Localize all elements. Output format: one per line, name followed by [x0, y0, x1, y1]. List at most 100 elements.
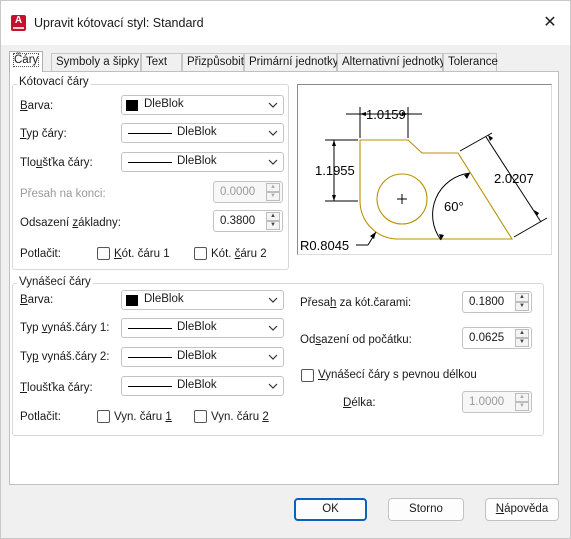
- fixed-length-checkbox[interactable]: [301, 369, 314, 382]
- suppress-ext-line-2-label: Vyn. čáru 2: [211, 411, 269, 423]
- ext-color-value: DleBlok: [144, 293, 184, 305]
- extend-beyond-label: Přesah za kót.čarami:: [300, 297, 412, 309]
- length-label: Délka:: [343, 397, 376, 409]
- dimension-preview: 1.0159 1.1955 2.0207 60° R0.8045: [297, 84, 552, 255]
- chevron-down-icon: [268, 383, 278, 389]
- spin-down-icon[interactable]: ▼: [266, 192, 280, 201]
- dim-linetype-value: DleBlok: [177, 126, 217, 138]
- offset-origin-spinner[interactable]: 0.0625 ▲ ▼: [462, 327, 532, 349]
- chevron-down-icon: [268, 102, 278, 108]
- spin-up-icon[interactable]: ▲: [266, 212, 280, 221]
- tab-text[interactable]: Text: [141, 53, 182, 71]
- arrowhead: [332, 140, 336, 146]
- spin-down-icon[interactable]: ▼: [515, 402, 529, 411]
- ext-linetype2-combo[interactable]: DleBlok: [121, 347, 284, 367]
- tab-lines-label: Čáry: [12, 53, 40, 67]
- dim-color-label: Barva:: [20, 100, 54, 112]
- ext-color-label: Barva:: [20, 294, 54, 306]
- tab-primary-units[interactable]: Primární jednotky: [244, 53, 338, 71]
- dim-baseline-label: Odsazení základny:: [20, 217, 122, 229]
- radius-text: R0.8045: [300, 238, 349, 253]
- dim-lineweight-combo[interactable]: DleBlok: [121, 152, 284, 172]
- ext-lineweight-value: DleBlok: [177, 379, 217, 391]
- suppress-dim-line-1-label: Kót. čáru 1: [114, 248, 170, 260]
- ext-linetype1-combo[interactable]: DleBlok: [121, 318, 284, 338]
- extend-beyond-value: 0.1800: [469, 296, 505, 308]
- suppress-dim-line-2-label: Kót. čáru 2: [211, 248, 267, 260]
- ext-lines-group-title: Vynášecí čáry: [17, 276, 93, 288]
- cancel-button[interactable]: Storno: [388, 498, 464, 521]
- dim-lines-group-title: Kótovací čáry: [17, 76, 91, 88]
- suppress-ext-line-1-label: Vyn. čáru 1: [114, 411, 172, 423]
- dim-left-text: 1.1955: [315, 163, 355, 178]
- dim-extend-value: 0.0000: [220, 186, 256, 198]
- dim-linetype-combo[interactable]: DleBlok: [121, 123, 284, 143]
- spin-up-icon[interactable]: ▲: [515, 329, 529, 338]
- extend-beyond-spinner[interactable]: 0.1800 ▲ ▼: [462, 291, 532, 313]
- tab-alternate-units[interactable]: Alternativní jednotky: [337, 53, 446, 71]
- chevron-down-icon: [268, 130, 278, 136]
- ext-linetype2-label: Typ vynáš.čáry 2:: [20, 351, 110, 363]
- color-swatch: [126, 295, 138, 306]
- dim-lineweight-label: Tloušťka čáry:: [20, 157, 93, 169]
- dim-baseline-value: 0.3800: [220, 215, 256, 227]
- dim-extend-spinner[interactable]: 0.0000 ▲ ▼: [213, 181, 283, 203]
- autocad-app-icon: A: [11, 15, 26, 31]
- help-button[interactable]: Nápověda: [485, 498, 559, 521]
- dialog-window: A Upravit kótovací styl: Standard ✕ Čáry…: [0, 0, 571, 539]
- ext-line: [513, 217, 548, 238]
- dim-color-combo[interactable]: DleBlok: [121, 95, 284, 115]
- ext-suppress-label: Potlačit:: [20, 411, 61, 423]
- spin-down-icon[interactable]: ▼: [515, 302, 529, 311]
- dim-color-value: DleBlok: [144, 98, 184, 110]
- ext-lineweight-combo[interactable]: DleBlok: [121, 376, 284, 396]
- tab-tolerance[interactable]: Tolerance: [443, 53, 498, 71]
- arrowhead: [370, 232, 376, 239]
- dim-top-text: 1.0159: [366, 107, 406, 122]
- dim-right-text: 2.0207: [494, 171, 534, 186]
- ext-color-combo[interactable]: DleBlok: [121, 290, 284, 310]
- chevron-down-icon: [268, 159, 278, 165]
- spin-up-icon[interactable]: ▲: [266, 183, 280, 192]
- title-bar: A Upravit kótovací styl: Standard ✕: [1, 1, 570, 45]
- length-spinner[interactable]: 1.0000 ▲ ▼: [462, 391, 532, 413]
- spin-down-icon[interactable]: ▼: [266, 221, 280, 230]
- arrowhead: [332, 195, 336, 201]
- suppress-dim-line-2-checkbox[interactable]: [194, 247, 207, 260]
- suppress-ext-line-2-checkbox[interactable]: [194, 410, 207, 423]
- spin-up-icon[interactable]: ▲: [515, 393, 529, 402]
- dim-extend-label: Přesah na konci:: [20, 188, 106, 200]
- offset-origin-value: 0.0625: [469, 332, 505, 344]
- dim-suppress-label: Potlačit:: [20, 248, 61, 260]
- ext-lineweight-label: Tloušťka čáry:: [20, 382, 93, 394]
- chevron-down-icon: [268, 325, 278, 331]
- close-icon[interactable]: ✕: [540, 13, 560, 33]
- line-sample: [128, 162, 172, 163]
- dim-linetype-label: Typ čáry:: [20, 128, 67, 140]
- length-value: 1.0000: [469, 396, 505, 408]
- tab-lines[interactable]: Čáry: [9, 51, 43, 72]
- color-swatch: [126, 100, 138, 111]
- line-sample: [128, 328, 172, 329]
- ext-linetype1-label: Typ vynáš.čáry 1:: [20, 322, 110, 334]
- preview-drawing: 1.0159 1.1955 2.0207 60° R0.8045: [300, 107, 548, 253]
- window-title: Upravit kótovací styl: Standard: [34, 16, 204, 30]
- ext-linetype2-value: DleBlok: [177, 350, 217, 362]
- chevron-down-icon: [268, 297, 278, 303]
- suppress-dim-line-1-checkbox[interactable]: [97, 247, 110, 260]
- dim-baseline-spinner[interactable]: 0.3800 ▲ ▼: [213, 210, 283, 232]
- ext-line: [459, 132, 493, 152]
- line-sample: [128, 133, 172, 134]
- suppress-ext-line-1-checkbox[interactable]: [97, 410, 110, 423]
- ok-button[interactable]: OK: [294, 498, 367, 521]
- chevron-down-icon: [268, 354, 278, 360]
- spin-up-icon[interactable]: ▲: [515, 293, 529, 302]
- spin-down-icon[interactable]: ▼: [515, 338, 529, 347]
- dim-lineweight-value: DleBlok: [177, 155, 217, 167]
- tab-fit[interactable]: Přizpůsobit: [182, 53, 244, 71]
- tab-symbols-arrows[interactable]: Symboly a šipky: [51, 53, 141, 71]
- offset-origin-label: Odsazení od počátku:: [300, 334, 412, 346]
- line-sample: [128, 386, 172, 387]
- arrowhead: [488, 135, 493, 141]
- fixed-length-label: Vynášecí čáry s pevnou délkou: [318, 369, 477, 381]
